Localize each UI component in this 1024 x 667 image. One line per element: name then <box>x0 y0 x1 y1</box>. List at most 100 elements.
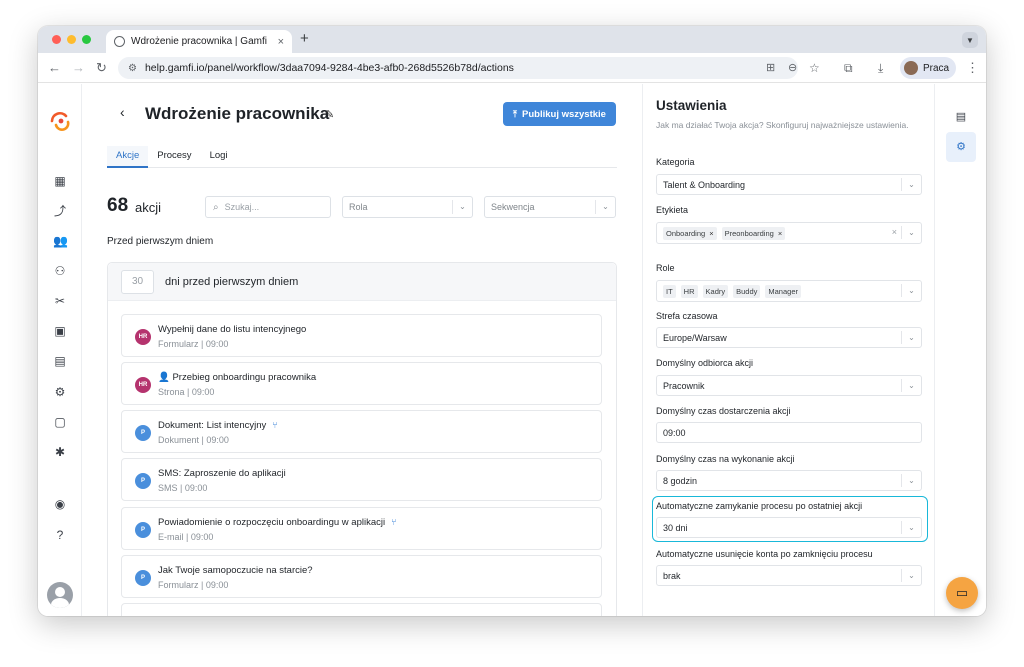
browser-window: Wdrożenie pracownika | Gamfi × + ▼ ← → ↻… <box>38 26 986 616</box>
exec-time-select[interactable]: 8 godzin ⌄ <box>656 470 922 491</box>
chevron-down-icon: ⌄ <box>452 200 472 214</box>
role-multiselect[interactable]: IT HR Kadry Buddy Manager ⌄ <box>656 280 922 302</box>
left-sidebar: ▦ ⤴ 👥 ⚇ ✂ ▣ ▤ ⚙ ▢ ✱ ◉ ? <box>38 84 82 616</box>
browser-toolbar: ← → ↻ ⚙ help.gamfi.io/panel/workflow/3da… <box>38 53 986 83</box>
remove-tag-icon[interactable]: × <box>778 229 782 238</box>
delivery-time-label: Domyślny czas dostarczenia akcji <box>656 406 791 416</box>
tab-actions[interactable]: Akcje <box>107 146 149 168</box>
clipboard-icon[interactable]: ▤ <box>53 354 67 368</box>
delivery-time-input[interactable]: 09:00 <box>656 422 922 443</box>
clear-icon[interactable]: × <box>892 227 897 237</box>
browser-tab[interactable]: Wdrożenie pracownika | Gamfi × <box>106 30 292 53</box>
gear-icon[interactable]: ⚙ <box>946 132 976 162</box>
address-bar[interactable]: ⚙ help.gamfi.io/panel/workflow/3daa7094-… <box>118 57 798 79</box>
bookmark-star-icon[interactable]: ☆ <box>809 60 820 76</box>
action-meta: SMS | 09:00 <box>158 483 208 493</box>
action-item[interactable]: HR 👤 Przebieg onboardingu pracownika Str… <box>121 362 602 405</box>
main-content: ‹ Wdrożenie pracownika ✎ ⤒ Publikuj wszy… <box>82 84 642 616</box>
chevron-down-icon: ⌄ <box>901 474 921 487</box>
user-circle-icon[interactable]: ◉ <box>53 497 67 511</box>
zoom-icon[interactable]: ⊖ <box>788 60 797 76</box>
back-arrow-icon[interactable]: ← <box>48 60 61 76</box>
org-structure-icon[interactable]: ⚇ <box>53 264 67 278</box>
settings-icon[interactable]: ⚙ <box>53 385 67 399</box>
search-input[interactable]: ⌕ Szukaj... <box>205 196 331 218</box>
tag-chip: Preonboarding × <box>721 226 786 240</box>
action-title: Powiadomienie o rozpoczęciu onboardingu … <box>158 517 397 528</box>
edit-pencil-icon[interactable]: ✎ <box>325 108 334 121</box>
forward-arrow-icon[interactable]: → <box>72 60 85 76</box>
days-input[interactable]: 30 <box>121 270 154 294</box>
back-chevron-icon[interactable]: ‹ <box>120 104 125 120</box>
help-icon[interactable]: ? <box>53 528 67 542</box>
action-item[interactable]: P Powiadomienie o rozpoczęciu onboarding… <box>121 507 602 550</box>
site-info-icon[interactable]: ⚙ <box>128 63 137 74</box>
remove-tag-icon[interactable]: × <box>709 229 713 238</box>
timezone-select[interactable]: Europe/Warsaw ⌄ <box>656 327 922 348</box>
document-icon[interactable]: ▢ <box>53 415 67 429</box>
autoclose-value: 30 dni <box>663 522 688 533</box>
sequence-select[interactable]: Sekwencja ⌄ <box>484 196 616 218</box>
action-item[interactable] <box>121 603 602 616</box>
tab-bar: Akcje Procesy Logi <box>107 146 617 168</box>
calendar-icon[interactable]: ▣ <box>53 324 67 338</box>
action-item[interactable]: P Jak Twoje samopoczucie na starcie? For… <box>121 555 602 598</box>
menu-kebab-icon[interactable]: ⋮ <box>966 60 979 76</box>
url-text: help.gamfi.io/panel/workflow/3daa7094-92… <box>144 62 514 74</box>
recipient-badge: HR <box>135 377 151 393</box>
dashboard-icon[interactable]: ▦ <box>53 174 67 188</box>
notes-icon[interactable]: ▤ <box>952 108 970 126</box>
role-chip: Manager <box>765 284 801 298</box>
tag-label: Etykieta <box>656 205 689 215</box>
profile-chip[interactable]: Praca <box>900 57 956 79</box>
role-chip: IT <box>663 284 676 298</box>
tab-logs[interactable]: Logi <box>201 146 237 168</box>
group-header: 30 dni przed pierwszym dniem <box>108 263 616 301</box>
chat-button[interactable]: ▭ <box>946 577 978 609</box>
action-title: Jak Twoje samopoczucie na starcie? <box>158 565 313 576</box>
action-item[interactable]: P Dokument: List intencyjny ⑂ Dokument | … <box>121 410 602 453</box>
gamfi-logo[interactable] <box>48 109 72 133</box>
category-select[interactable]: Talent & Onboarding ⌄ <box>656 174 922 195</box>
new-tab-button[interactable]: + <box>300 30 309 47</box>
timezone-label: Strefa czasowa <box>656 311 718 321</box>
action-title: 👤 Przebieg onboardingu pracownika <box>158 372 317 383</box>
minimize-window-button[interactable] <box>67 35 76 44</box>
users-icon[interactable]: 👥 <box>53 234 68 248</box>
settings-panel: Ustawienia Jak ma działać Twoja akcja? S… <box>642 84 934 616</box>
chevron-down-icon: ⌄ <box>901 226 921 239</box>
reload-icon[interactable]: ↻ <box>96 60 107 76</box>
tab-close-icon[interactable]: × <box>278 36 284 48</box>
recipient-badge: P <box>135 473 151 489</box>
zoom-window-button[interactable] <box>82 35 91 44</box>
tag-select[interactable]: Onboarding × Preonboarding × × ⌄ <box>656 222 922 244</box>
action-title: SMS: Zaproszenie do aplikacji <box>158 468 286 479</box>
role-select[interactable]: Rola ⌄ <box>342 196 473 218</box>
download-icon[interactable]: ⤓ <box>878 60 883 76</box>
recipient-value: Pracownik <box>663 380 705 391</box>
puzzle-icon[interactable]: ✱ <box>53 445 67 459</box>
chat-icon: ▭ <box>955 585 969 600</box>
category-value: Talent & Onboarding <box>663 179 746 190</box>
workflow-icon[interactable]: ⤴ <box>53 204 67 218</box>
close-window-button[interactable] <box>52 35 61 44</box>
autodelete-select[interactable]: brak ⌄ <box>656 565 922 586</box>
chevron-down-icon: ⌄ <box>901 521 921 534</box>
publish-all-button[interactable]: ⤒ Publikuj wszystkie <box>503 102 616 126</box>
tools-icon[interactable]: ✂ <box>53 294 67 308</box>
chevron-down-icon: ⌄ <box>595 200 615 214</box>
autoclose-select[interactable]: 30 dni ⌄ <box>656 517 922 538</box>
action-item[interactable]: HR Wypełnij dane do listu intencyjnego F… <box>121 314 602 357</box>
tab-processes[interactable]: Procesy <box>148 146 200 168</box>
group-label: dni przed pierwszym dniem <box>165 276 299 288</box>
action-item[interactable]: P SMS: Zaproszenie do aplikacji SMS | 09… <box>121 458 602 501</box>
recipient-badge: P <box>135 425 151 441</box>
extensions-icon[interactable]: ⧉ <box>844 60 853 76</box>
tab-search-chevron-icon[interactable]: ▼ <box>962 32 978 48</box>
role-chip: Buddy <box>733 284 761 298</box>
install-icon[interactable]: ⊞ <box>766 60 775 76</box>
search-placeholder: Szukaj... <box>224 202 260 212</box>
user-avatar[interactable] <box>47 582 73 608</box>
tag-chip: Onboarding × <box>663 226 717 240</box>
recipient-select[interactable]: Pracownik ⌄ <box>656 375 922 396</box>
